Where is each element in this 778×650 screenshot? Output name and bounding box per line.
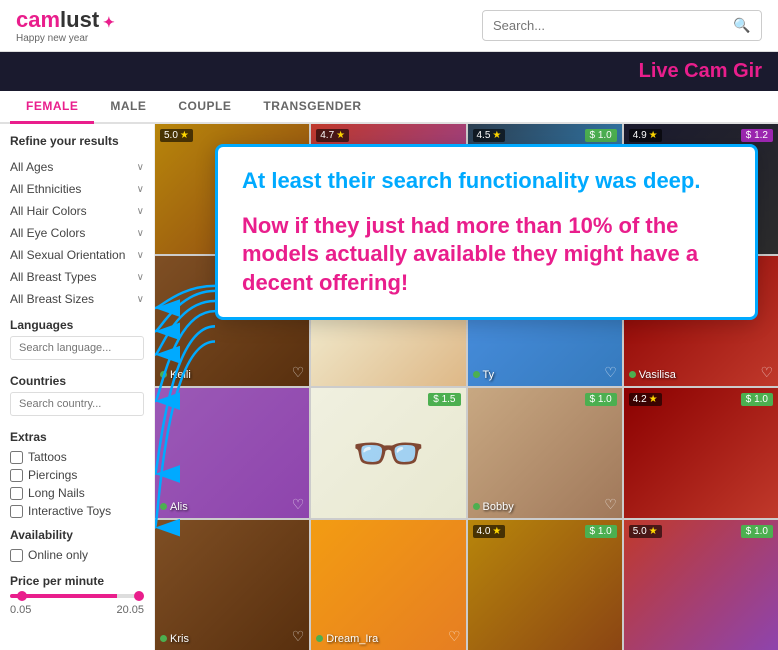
overlay-text-red: Now if they just had more than 10% of th… xyxy=(242,212,731,298)
model-rating-badge: 5.0★ xyxy=(629,525,662,538)
model-name: Kris xyxy=(160,633,189,645)
languages-label: Languages xyxy=(10,318,144,332)
model-name: Kelli xyxy=(160,369,191,381)
search-button[interactable]: 🔍 xyxy=(723,11,760,40)
chevron-down-icon: ∨ xyxy=(137,162,144,173)
heart-icon: ♡ xyxy=(760,364,773,381)
model-rating-badge: 5.0★ xyxy=(160,129,193,142)
model-name: Alis xyxy=(160,501,188,513)
model-price: $ 1.0 xyxy=(741,393,773,406)
extra-piercings[interactable]: Piercings xyxy=(10,466,144,484)
piercings-checkbox[interactable] xyxy=(10,469,23,482)
heart-icon: ♡ xyxy=(604,364,617,381)
search-country-input[interactable] xyxy=(10,392,144,416)
nav-tabs: FEMALE MALE COUPLE TRANSGENDER xyxy=(0,91,778,124)
availability-online-only[interactable]: Online only xyxy=(10,546,144,564)
banner: Live Cam Gir xyxy=(0,52,778,91)
long-nails-checkbox[interactable] xyxy=(10,487,23,500)
heart-icon: ♡ xyxy=(292,628,305,645)
logo-subtitle: Happy new year xyxy=(16,33,115,44)
tattoos-checkbox[interactable] xyxy=(10,451,23,464)
model-name: Vasilisa xyxy=(629,369,676,381)
model-price: $ 1.0 xyxy=(741,525,773,538)
filter-breast-sizes[interactable]: All Breast Sizes ∨ xyxy=(10,288,144,310)
model-price: $ 1.0 xyxy=(585,129,617,142)
model-card[interactable]: Kris ♡ xyxy=(155,520,309,650)
main-layout: Refine your results All Ages ∨ All Ethni… xyxy=(0,124,778,650)
model-card[interactable]: 5.0★ $ 1.0 xyxy=(624,520,778,650)
model-card[interactable]: 4.0★ $ 1.0 xyxy=(468,520,622,650)
filter-sexual-orientation[interactable]: All Sexual Orientation ∨ xyxy=(10,244,144,266)
filter-hair-colors[interactable]: All Hair Colors ∨ xyxy=(10,200,144,222)
header: camlust ✦ Happy new year 🔍 xyxy=(0,0,778,52)
extras-label: Extras xyxy=(10,430,144,444)
filter-breast-types[interactable]: All Breast Types ∨ xyxy=(10,266,144,288)
filter-eye-colors[interactable]: All Eye Colors ∨ xyxy=(10,222,144,244)
model-rating-badge: 4.9★ xyxy=(629,129,662,142)
model-price: $ 1.0 xyxy=(585,525,617,538)
model-card[interactable]: $ 1.0 Bobby ♡ xyxy=(468,388,622,518)
chevron-down-icon: ∨ xyxy=(137,272,144,283)
model-price: $ 1.2 xyxy=(741,129,773,142)
content-area: 5.0★ 4.7★ 4.5★ $ 1.0 4.9★ $ 1.2 Kelli ♡ … xyxy=(155,124,778,650)
model-card[interactable]: Alis ♡ xyxy=(155,388,309,518)
filter-ages[interactable]: All Ages ∨ xyxy=(10,156,144,178)
online-only-checkbox[interactable] xyxy=(10,549,23,562)
model-name: Dream_Ira xyxy=(316,633,378,645)
extra-tattoos[interactable]: Tattoos xyxy=(10,448,144,466)
model-card[interactable]: 4.2★ $ 1.0 xyxy=(624,388,778,518)
chevron-down-icon: ∨ xyxy=(137,206,144,217)
model-price: $ 1.5 xyxy=(428,393,460,406)
overlay-text-blue: At least their search functionality was … xyxy=(242,167,731,196)
chevron-down-icon: ∨ xyxy=(137,250,144,261)
chevron-down-icon: ∨ xyxy=(137,294,144,305)
model-rating-badge: 4.2★ xyxy=(629,393,662,406)
model-card-mascot[interactable]: 👓 $ 1.5 xyxy=(311,388,465,518)
model-rating-badge: 4.7★ xyxy=(316,129,349,142)
logo: camlust ✦ xyxy=(16,7,115,33)
price-section: Price per minute 0.05 20.05 xyxy=(10,574,144,616)
price-values: 0.05 20.05 xyxy=(10,604,144,616)
search-language-input[interactable] xyxy=(10,336,144,360)
overlay-popup: At least their search functionality was … xyxy=(215,144,758,320)
tab-male[interactable]: MALE xyxy=(94,91,162,124)
tab-couple[interactable]: COUPLE xyxy=(162,91,247,124)
chevron-down-icon: ∨ xyxy=(137,184,144,195)
tab-transgender[interactable]: TRANSGENDER xyxy=(247,91,377,124)
heart-icon: ♡ xyxy=(292,496,305,513)
search-input[interactable] xyxy=(483,12,723,39)
chevron-down-icon: ∨ xyxy=(137,228,144,239)
model-card[interactable]: Dream_Ira ♡ xyxy=(311,520,465,650)
heart-icon: ♡ xyxy=(604,496,617,513)
model-name: Bobby xyxy=(473,501,514,513)
availability-label: Availability xyxy=(10,528,144,542)
interactive-toys-checkbox[interactable] xyxy=(10,505,23,518)
price-range-bar[interactable] xyxy=(10,594,144,598)
search-bar: 🔍 xyxy=(482,10,762,41)
heart-icon: ♡ xyxy=(292,364,305,381)
model-price: $ 1.0 xyxy=(585,393,617,406)
extra-long-nails[interactable]: Long Nails xyxy=(10,484,144,502)
model-rating-badge: 4.5★ xyxy=(473,129,506,142)
tab-female[interactable]: FEMALE xyxy=(10,91,94,124)
heart-icon: ♡ xyxy=(448,628,461,645)
price-max: 20.05 xyxy=(116,604,144,616)
model-rating-badge: 4.0★ xyxy=(473,525,506,538)
sidebar: Refine your results All Ages ∨ All Ethni… xyxy=(0,124,155,650)
countries-label: Countries xyxy=(10,374,144,388)
refine-title: Refine your results xyxy=(10,134,144,148)
extra-interactive-toys[interactable]: Interactive Toys xyxy=(10,502,144,520)
model-name: Ty xyxy=(473,369,495,381)
price-label: Price per minute xyxy=(10,574,144,588)
logo-area: camlust ✦ Happy new year xyxy=(16,7,115,44)
filter-ethnicities[interactable]: All Ethnicities ∨ xyxy=(10,178,144,200)
price-min: 0.05 xyxy=(10,604,31,616)
